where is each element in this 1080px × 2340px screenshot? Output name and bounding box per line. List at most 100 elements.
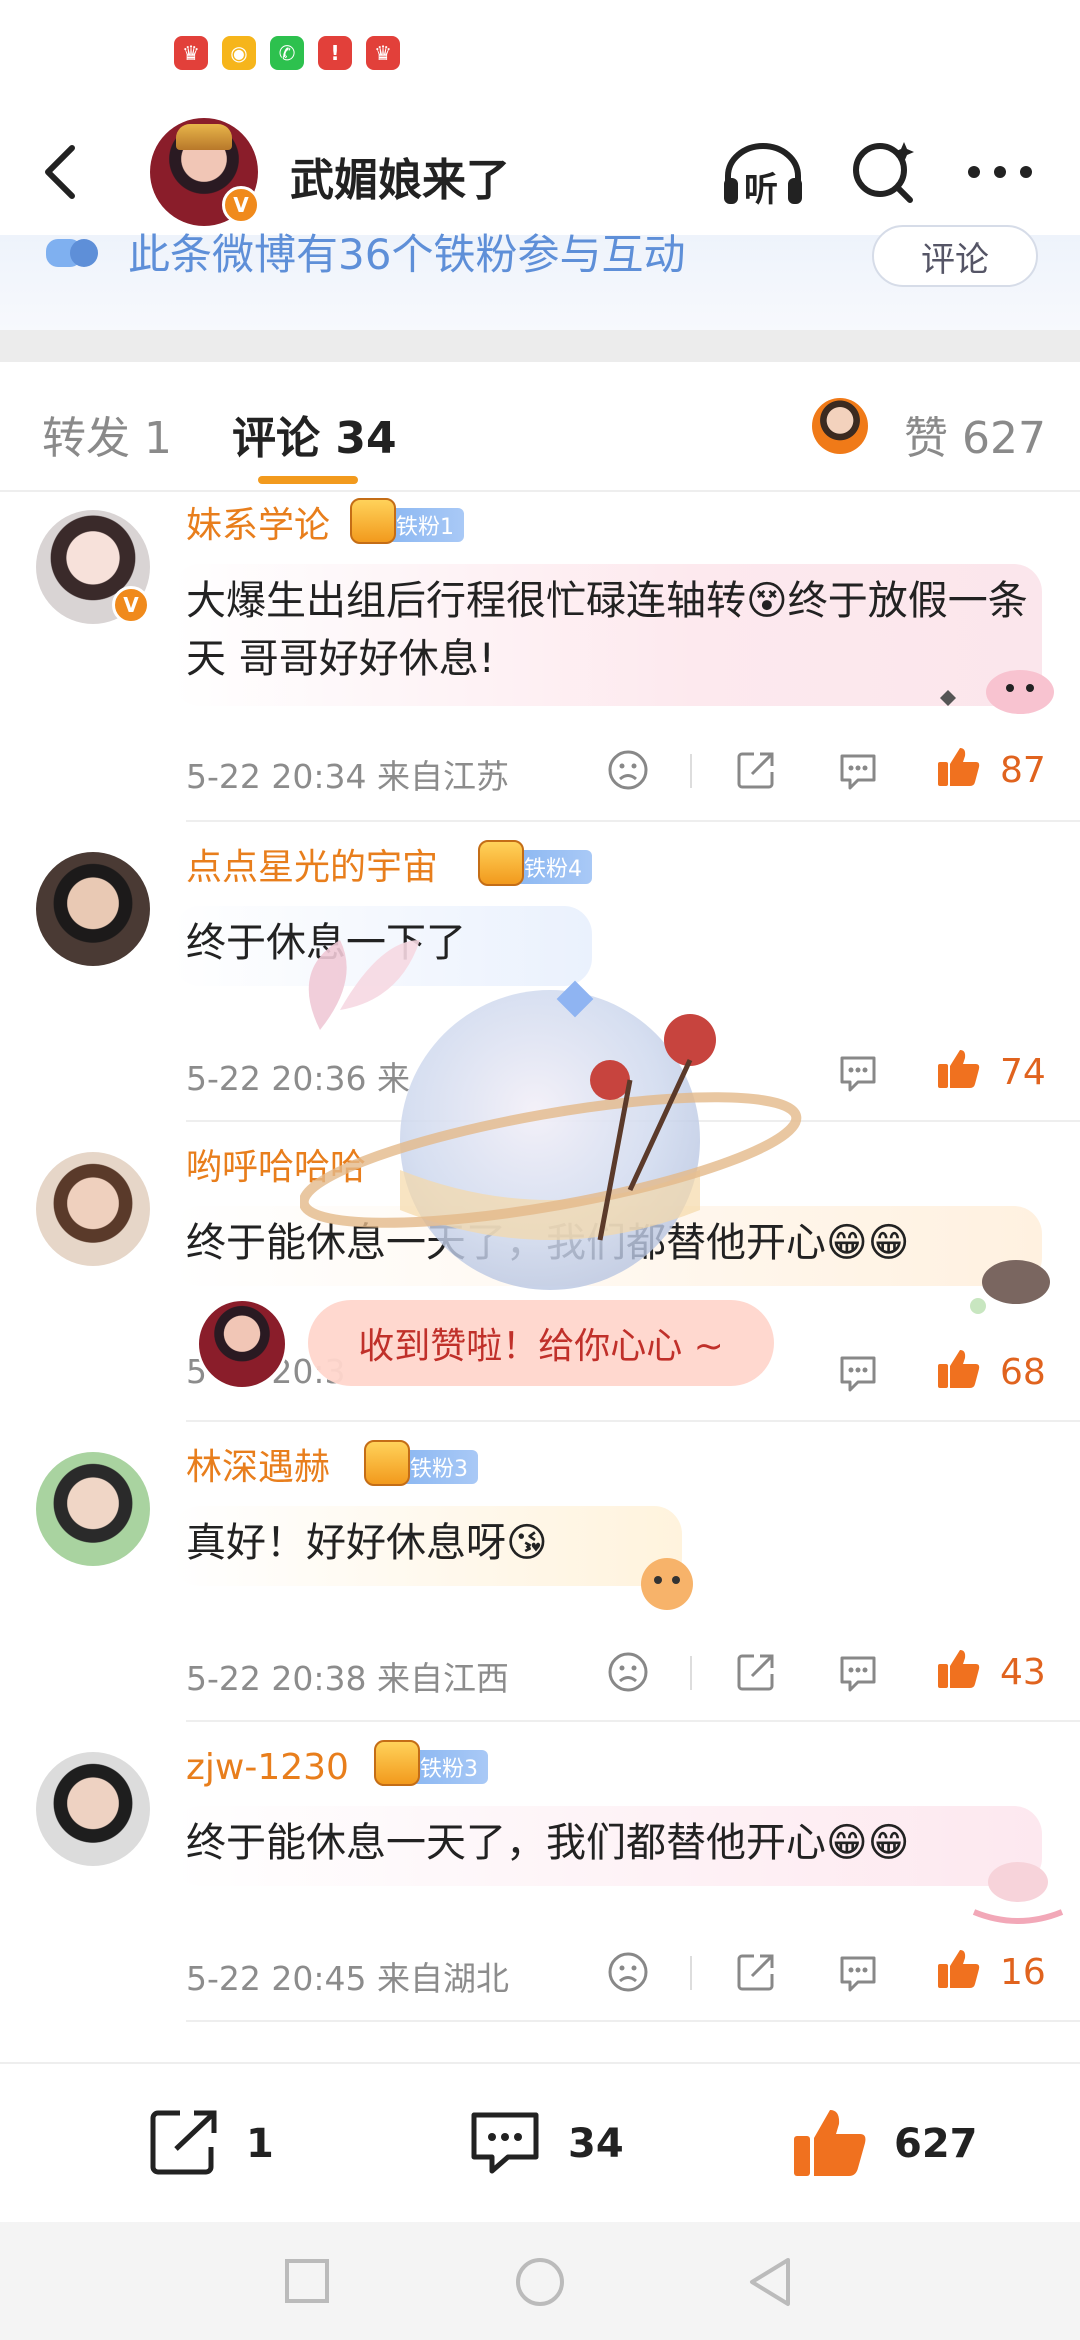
fan-level-badge: 铁粉1 xyxy=(350,498,464,544)
comment-count: 34 xyxy=(568,2121,624,2167)
divider xyxy=(690,754,692,788)
status-bar: ♛ ◉ ✆ ! ♛ xyxy=(0,0,1080,110)
fan-interaction-text: 此条微博有36个铁粉参与互动 xyxy=(128,230,686,279)
fan-interaction-banner: 此条微博有36个铁粉参与互动 评论 xyxy=(0,225,1080,330)
like-toast: 收到赞啦！给你心心 ~ xyxy=(308,1300,774,1386)
toast-author-avatar xyxy=(196,1298,288,1390)
back-arrow-icon[interactable] xyxy=(30,140,94,204)
like-count: 74 xyxy=(1000,1052,1046,1093)
like-count: 87 xyxy=(1000,750,1046,791)
comment-item: V 妹系学论 铁粉1 大爆生出组后行程很忙碌连轴转😵终于放假一条天 哥哥好好休息… xyxy=(0,494,1080,822)
crown-icon xyxy=(478,840,524,886)
reply-icon[interactable] xyxy=(834,1648,882,1696)
alert-app-icon: ! xyxy=(318,36,352,70)
repost-icon xyxy=(146,2107,222,2181)
share-icon[interactable] xyxy=(732,746,780,794)
comment-text: 终于能休息一天了，我们都替他开心😁😁 xyxy=(172,1806,1042,1886)
commenter-avatar[interactable] xyxy=(36,852,150,966)
commenter-name[interactable]: 妹系学论 xyxy=(186,504,330,548)
like-icon xyxy=(790,2104,870,2184)
share-icon[interactable] xyxy=(732,1948,780,1996)
row-separator xyxy=(186,1120,1080,1122)
fan-badge-icon xyxy=(44,235,100,271)
like-thumb-icon[interactable] xyxy=(934,1944,982,1992)
row-separator xyxy=(186,820,1080,822)
comment-text: 终于休息一下了 xyxy=(172,906,592,986)
commenter-avatar[interactable] xyxy=(36,1152,150,1266)
like-count: 68 xyxy=(1000,1352,1046,1393)
commenter-avatar[interactable] xyxy=(36,1452,150,1566)
commenter-name[interactable]: 林深遇赫 xyxy=(186,1446,330,1490)
tab-likes[interactable]: 赞 627 xyxy=(904,402,1046,466)
commenter-avatar[interactable] xyxy=(36,1752,150,1866)
share-icon[interactable] xyxy=(732,1648,780,1696)
dislike-face-icon[interactable] xyxy=(604,1648,652,1696)
like-thumb-icon[interactable] xyxy=(934,1044,982,1092)
huawei-app-icon-2: ♛ xyxy=(366,36,400,70)
home-circle-icon[interactable] xyxy=(514,2256,566,2308)
listen-headphones-icon[interactable]: 听 xyxy=(718,138,808,210)
fan-level-badge: 铁粉3 xyxy=(374,1740,488,1786)
comment-text: 真好！好好休息呀😘 xyxy=(172,1506,682,1586)
back-triangle-icon[interactable] xyxy=(746,2256,794,2308)
reply-icon[interactable] xyxy=(834,1948,882,1996)
like-thumb-icon[interactable] xyxy=(934,1344,982,1392)
verified-badge-icon: V xyxy=(112,586,150,624)
row-separator xyxy=(186,1420,1080,1422)
comment-meta: 5-22 20:45 来自湖北 xyxy=(186,1959,509,1998)
crown-icon xyxy=(364,1440,410,1486)
dislike-face-icon[interactable] xyxy=(604,746,652,794)
tab-comments[interactable]: 评论 34 xyxy=(232,402,397,466)
like-thumb-icon[interactable] xyxy=(934,742,982,790)
comment-item: 哟呼哈哈哈 终于能休息一天了，我们都替他开心😁😁 5-22 20:3 68 xyxy=(0,1136,1080,1436)
section-divider xyxy=(0,330,1080,362)
crown-icon xyxy=(374,1740,420,1786)
active-tab-indicator xyxy=(258,476,358,484)
comment-text: 终于能休息一天了，我们都替他开心😁😁 xyxy=(172,1206,1042,1286)
bubble-decoration-icon xyxy=(920,658,1060,718)
tab-repost[interactable]: 转发 1 xyxy=(42,402,172,466)
reply-icon[interactable] xyxy=(834,1348,882,1396)
comment-bottom-button[interactable]: 34 xyxy=(468,2108,624,2180)
liker-avatar[interactable] xyxy=(812,398,868,454)
comment-meta: 5-22 20:38 来自江西 xyxy=(186,1659,509,1698)
crown-icon xyxy=(350,498,396,544)
comment-text: 大爆生出组后行程很忙碌连轴转😵终于放假一条天 哥哥好好休息! xyxy=(172,564,1042,706)
top-nav-bar: V 武媚娘来了 听 xyxy=(0,110,1080,235)
comment-item: 林深遇赫 铁粉3 真好！好好休息呀😘 5-22 20:38 来自江西 43 xyxy=(0,1436,1080,1736)
dislike-face-icon[interactable] xyxy=(604,1948,652,1996)
more-options-icon[interactable] xyxy=(964,160,1036,184)
tiger-sticker-icon xyxy=(632,1550,702,1614)
comment-meta: 5-22 20:36 来 xyxy=(186,1059,410,1098)
listen-label: 听 xyxy=(744,170,778,210)
interaction-tabs: 转发 1 评论 34 赞 627 xyxy=(0,362,1080,492)
page-title[interactable]: 武媚娘来了 xyxy=(290,144,510,208)
commenter-name[interactable]: zjw-1230 xyxy=(186,1746,349,1790)
recents-square-icon[interactable] xyxy=(284,2258,330,2304)
commenter-name[interactable]: 哟呼哈哈哈 xyxy=(186,1146,366,1190)
divider xyxy=(690,1956,692,1990)
row-separator xyxy=(186,1720,1080,1722)
comment-button[interactable]: 评论 xyxy=(872,225,1038,287)
comment-icon xyxy=(468,2107,544,2181)
rocking-horse-sticker-icon xyxy=(960,1846,1070,1926)
bottom-action-bar: 1 34 627 xyxy=(0,2062,1080,2222)
row-separator xyxy=(186,2020,1080,2022)
like-count: 43 xyxy=(1000,1652,1046,1693)
repost-button[interactable]: 1 xyxy=(146,2108,274,2180)
verified-badge-icon: V xyxy=(222,186,260,224)
search-icon[interactable] xyxy=(850,138,918,206)
like-thumb-icon[interactable] xyxy=(934,1644,982,1692)
like-bottom-button[interactable]: 627 xyxy=(790,2108,978,2180)
comment-item: 点点星光的宇宙 铁粉4 终于休息一下了 5-22 20:36 来 74 xyxy=(0,836,1080,1136)
comment-meta: 5-22 20:34 来自江苏 xyxy=(186,757,509,796)
like-count: 16 xyxy=(1000,1952,1046,1993)
comment-item: zjw-1230 铁粉3 终于能休息一天了，我们都替他开心😁😁 5-22 20:… xyxy=(0,1736,1080,2036)
wechat-app-icon: ✆ xyxy=(270,36,304,70)
fan-level-badge: 铁粉3 xyxy=(364,1440,478,1486)
divider xyxy=(690,1656,692,1690)
reply-icon[interactable] xyxy=(834,1048,882,1096)
reply-icon[interactable] xyxy=(834,746,882,794)
system-nav-bar xyxy=(0,2222,1080,2340)
commenter-name[interactable]: 点点星光的宇宙 xyxy=(186,846,438,890)
